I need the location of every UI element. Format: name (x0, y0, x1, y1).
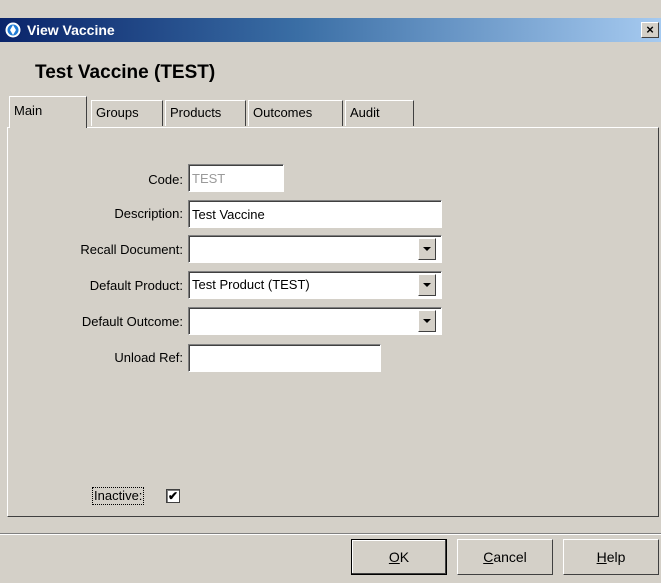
default-product-value: Test Product (TEST) (192, 277, 310, 292)
code-field[interactable] (188, 164, 284, 192)
tab-main-label: Main (14, 103, 43, 118)
recall-document-dropdown-button[interactable] (418, 238, 436, 260)
tab-main[interactable]: Main (9, 96, 87, 128)
help-label-rest: elp (606, 549, 626, 565)
recall-document-label: Recall Document: (80, 242, 183, 257)
close-icon: × (646, 22, 654, 37)
inactive-checkbox[interactable]: ✔ (166, 489, 180, 503)
help-mnemonic: H (596, 549, 607, 565)
cancel-button[interactable]: Cancel (457, 539, 553, 575)
check-icon: ✔ (167, 489, 179, 503)
title-bar[interactable]: View Vaccine × (0, 18, 661, 42)
footer-divider (0, 533, 661, 535)
inactive-label[interactable]: Inactive: (91, 487, 145, 505)
help-button[interactable]: Help (563, 539, 659, 575)
tab-groups-label: Groups (96, 105, 139, 120)
default-outcome-dropdown-button[interactable] (418, 310, 436, 332)
vaccine-app-icon (4, 21, 22, 39)
main-tab-panel: Code: Description: Recall Document: Defa… (7, 127, 659, 517)
recall-document-select[interactable] (188, 235, 442, 263)
default-product-select[interactable]: Test Product (TEST) (188, 271, 442, 299)
tab-outcomes-label: Outcomes (253, 105, 313, 120)
tab-outcomes[interactable]: Outcomes (248, 100, 343, 126)
default-product-dropdown-button[interactable] (418, 274, 436, 296)
ok-mnemonic: O (388, 549, 400, 565)
window-title: View Vaccine (27, 22, 115, 38)
unload-ref-label: Unload Ref: (114, 350, 183, 365)
view-vaccine-window: View Vaccine × Test Vaccine (TEST) Main … (0, 0, 661, 583)
ok-label-rest: K (399, 549, 410, 565)
page-title: Test Vaccine (TEST) (35, 62, 216, 83)
description-field[interactable] (188, 200, 442, 228)
tab-audit[interactable]: Audit (345, 100, 414, 126)
unload-ref-field[interactable] (188, 344, 381, 372)
tab-products[interactable]: Products (165, 100, 246, 126)
tab-groups[interactable]: Groups (91, 100, 163, 126)
ok-button[interactable]: OK (351, 539, 447, 575)
tab-products-label: Products (170, 105, 222, 120)
default-product-label: Default Product: (89, 278, 183, 293)
default-outcome-label: Default Outcome: (81, 314, 183, 329)
cancel-mnemonic: C (483, 549, 494, 565)
cancel-label-rest: ancel (493, 549, 527, 565)
code-label: Code: (148, 172, 183, 187)
close-button[interactable]: × (641, 22, 659, 38)
tab-audit-label: Audit (350, 105, 380, 120)
description-label: Description: (114, 206, 183, 221)
default-outcome-select[interactable] (188, 307, 442, 335)
